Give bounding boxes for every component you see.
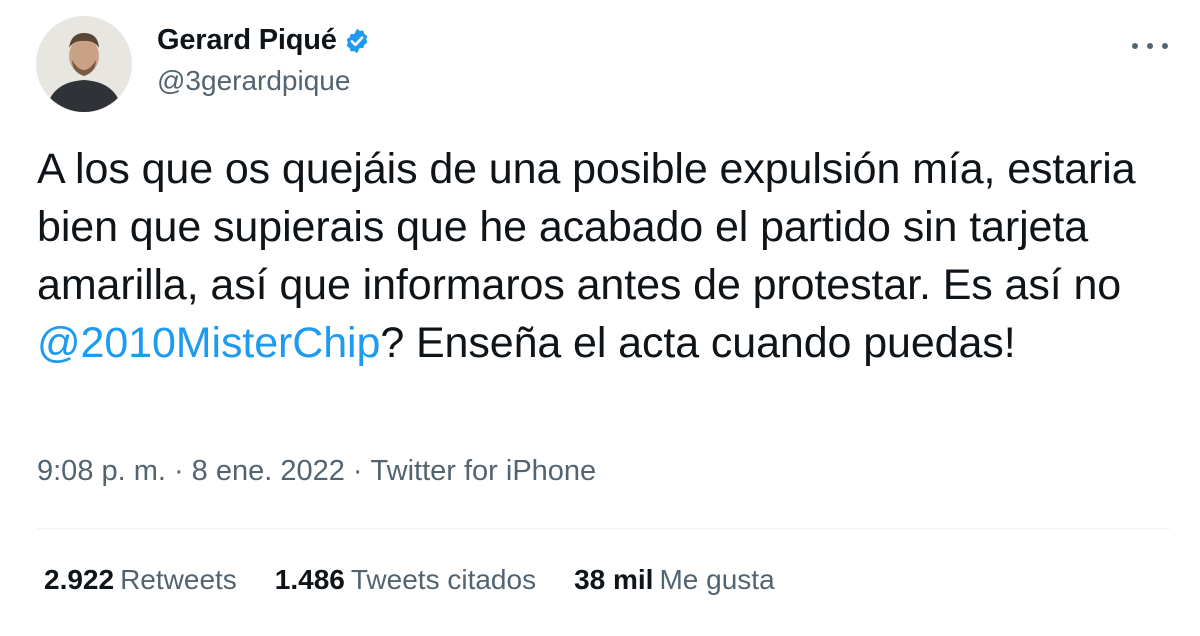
quote-tweets-count: 1.486 (274, 564, 345, 595)
meta-separator: · (352, 455, 363, 487)
tweet-card: Gerard Piqué @3gerardpique A los que os … (0, 0, 1200, 636)
tweet-source[interactable]: Twitter for iPhone (371, 455, 597, 488)
avatar[interactable] (36, 16, 132, 112)
more-dots-icon (1132, 43, 1138, 49)
likes-count: 38 mil (574, 564, 654, 595)
author-display-name[interactable]: Gerard Piqué (157, 24, 337, 57)
likes-label: Me gusta (659, 564, 775, 595)
tweet-text-part: ? Enseña el acta cuando puedas! (380, 319, 1016, 367)
retweets-stat[interactable]: 2.922 Retweets (44, 564, 237, 596)
verified-badge-icon (343, 27, 371, 55)
retweets-count: 2.922 (44, 564, 115, 595)
author-name-row[interactable]: Gerard Piqué (157, 24, 371, 57)
tweet-time[interactable]: 9:08 p. m. (37, 455, 166, 488)
more-options-button[interactable] (1130, 30, 1170, 60)
mention-link[interactable]: @2010MisterChip (37, 319, 380, 367)
meta-separator: · (173, 455, 184, 487)
tweet-text-part: A los que os quejáis de una posible expu… (37, 145, 1136, 309)
tweet-metadata: 9:08 p. m. · 8 ene. 2022 · Twitter for i… (37, 455, 596, 488)
quote-tweets-label: Tweets citados (350, 564, 537, 595)
profile-photo-icon (36, 16, 132, 112)
quote-tweets-stat[interactable]: 1.486 Tweets citados (275, 564, 536, 596)
author-handle[interactable]: @3gerardpique (157, 65, 350, 97)
engagement-stats: 2.922 Retweets 1.486 Tweets citados 38 mil… (44, 564, 813, 596)
retweets-label: Retweets (120, 564, 237, 595)
likes-stat[interactable]: 38 mil Me gusta (574, 564, 775, 596)
tweet-date[interactable]: 8 ene. 2022 (192, 455, 345, 488)
tweet-text: A los que os quejáis de una posible expu… (37, 140, 1167, 372)
divider (37, 528, 1170, 529)
